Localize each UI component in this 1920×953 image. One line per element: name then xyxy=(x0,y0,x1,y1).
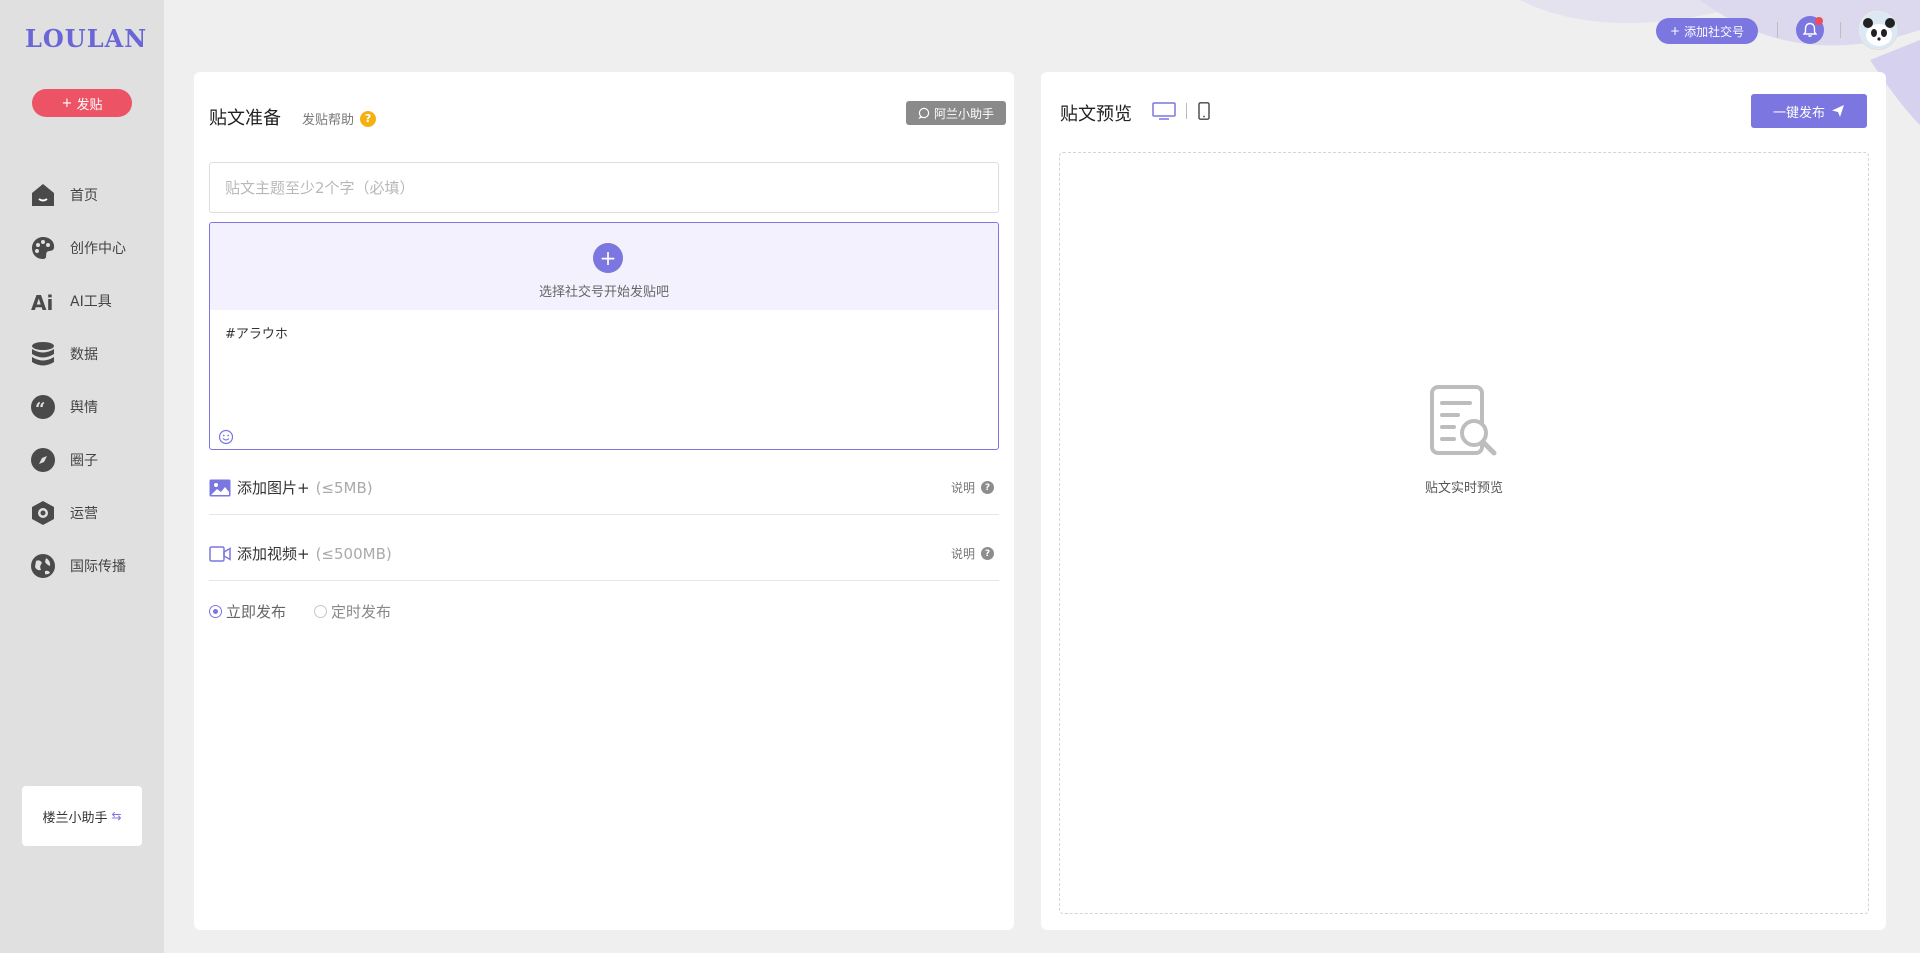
preview-empty-state: 贴文实时预览 xyxy=(1060,383,1868,496)
divider xyxy=(1777,22,1778,38)
sidebar-nav: 首页 创作中心 Ai AI工具 数据 “ 舆情 圈子 运营 国际传播 xyxy=(30,168,126,592)
sidebar: LOULAN + 发贴 首页 创作中心 Ai AI工具 数据 “ 舆情 圈子 运… xyxy=(0,0,164,953)
chat-icon xyxy=(918,107,930,119)
emoji-icon[interactable] xyxy=(218,429,234,445)
sidebar-item-label: 数据 xyxy=(70,346,98,363)
logo: LOULAN xyxy=(25,24,148,53)
mobile-icon[interactable] xyxy=(1197,102,1211,120)
sidebar-item-label: 运营 xyxy=(70,505,98,522)
sidebar-item-label: 舆情 xyxy=(70,399,98,416)
video-size-limit: (≤500MB) xyxy=(315,544,392,563)
avatar[interactable] xyxy=(1858,10,1898,50)
notification-button[interactable] xyxy=(1796,16,1824,44)
ai-icon: Ai xyxy=(30,288,56,314)
explain-label: 说明 xyxy=(950,547,975,561)
select-account-tip: 选择社交号开始发贴吧 xyxy=(538,285,669,300)
svg-text:Ai: Ai xyxy=(31,291,53,314)
post-help-label: 发贴帮助 xyxy=(302,113,355,128)
scheduled-publish-label: 定时发布 xyxy=(331,603,392,621)
image-explain-link[interactable]: 说明 ? xyxy=(951,479,994,496)
helper-label: 楼兰小助手 xyxy=(42,810,108,826)
image-icon xyxy=(209,477,231,499)
post-preparation-title: 贴文准备 xyxy=(209,108,281,129)
video-explain-link[interactable]: 说明 ? xyxy=(951,545,994,562)
publish-label: 一键发布 xyxy=(1772,105,1825,121)
sidebar-item-data[interactable]: 数据 xyxy=(30,327,126,380)
add-social-account-button[interactable]: + 添加社交号 xyxy=(1656,18,1759,44)
bell-icon xyxy=(1802,22,1818,37)
palette-icon xyxy=(30,235,56,261)
add-image-button[interactable]: 添加图片+ xyxy=(237,477,310,498)
sidebar-item-label: AI工具 xyxy=(70,293,112,310)
compass-icon xyxy=(30,447,56,473)
sidebar-item-label: 创作中心 xyxy=(70,240,126,257)
alan-assistant-label: 阿兰小助手 xyxy=(933,106,994,121)
video-icon xyxy=(209,543,231,565)
post-preview-title: 贴文预览 xyxy=(1060,104,1132,125)
notification-dot xyxy=(1815,17,1823,25)
sidebar-item-label: 国际传播 xyxy=(70,558,126,575)
sidebar-item-ai-tools[interactable]: Ai AI工具 xyxy=(30,274,126,327)
loulan-helper-card[interactable]: 楼兰小助手 ⇆ xyxy=(22,786,142,846)
add-image-row: 添加图片+ (≤5MB) 说明 ? xyxy=(209,461,999,515)
publish-now-radio[interactable]: 立即发布 xyxy=(209,601,286,622)
divider xyxy=(1186,103,1187,119)
explain-label: 说明 xyxy=(950,481,975,495)
post-preparation-card: 贴文准备 发贴帮助 ? 阿兰小助手 + 选择社交号开始发贴吧 #アラウホ 添加图… xyxy=(194,72,1014,930)
topic-input[interactable] xyxy=(209,162,999,213)
new-post-label: 发贴 xyxy=(76,97,103,113)
add-account-icon[interactable]: + xyxy=(593,243,623,273)
send-icon xyxy=(1832,105,1844,117)
question-icon: ? xyxy=(981,547,994,560)
preview-empty-text: 贴文实时预览 xyxy=(1424,481,1503,496)
question-icon: ? xyxy=(360,110,377,127)
divider xyxy=(1840,22,1841,38)
radio-selected-icon xyxy=(209,605,222,618)
device-switcher xyxy=(1152,102,1211,120)
account-select-area[interactable]: + 选择社交号开始发贴吧 xyxy=(210,223,998,310)
sidebar-item-international[interactable]: 国际传播 xyxy=(30,539,126,592)
post-editor[interactable]: + 选择社交号开始发贴吧 #アラウホ xyxy=(209,222,999,450)
sidebar-item-label: 圈子 xyxy=(70,452,98,469)
post-preview-card: 贴文预览 一键发布 贴文实时预览 xyxy=(1041,72,1886,930)
operation-icon xyxy=(30,500,56,526)
sidebar-item-operation[interactable]: 运营 xyxy=(30,486,126,539)
add-social-label: 添加社交号 xyxy=(1684,24,1745,39)
add-video-button[interactable]: 添加视频+ xyxy=(237,543,310,564)
globe-icon xyxy=(30,553,56,579)
document-search-icon xyxy=(1430,385,1497,456)
desktop-icon[interactable] xyxy=(1152,102,1176,120)
question-icon: ? xyxy=(981,481,994,494)
sidebar-item-home[interactable]: 首页 xyxy=(30,168,126,221)
radio-unselected-icon xyxy=(314,605,328,618)
sidebar-item-circle[interactable]: 圈子 xyxy=(30,433,126,486)
database-icon xyxy=(30,341,56,367)
plus-icon: + xyxy=(61,95,73,111)
sidebar-item-creation[interactable]: 创作中心 xyxy=(30,221,126,274)
quote-icon: “ xyxy=(30,394,56,420)
sidebar-item-label: 首页 xyxy=(70,187,98,204)
preview-area: 贴文实时预览 xyxy=(1059,152,1869,914)
one-click-publish-button[interactable]: 一键发布 xyxy=(1751,94,1867,128)
sidebar-item-public-opinion[interactable]: “ 舆情 xyxy=(30,380,126,433)
home-icon xyxy=(30,182,56,208)
post-help-link[interactable]: 发贴帮助 ? xyxy=(302,109,377,128)
scheduled-publish-radio[interactable]: 定时发布 xyxy=(314,601,391,622)
editor-content[interactable]: #アラウホ xyxy=(225,323,288,342)
publish-now-label: 立即发布 xyxy=(226,603,287,621)
publish-mode-group: 立即发布 定时发布 xyxy=(209,601,391,622)
plus-icon: + xyxy=(1670,24,1681,38)
switch-icon: ⇆ xyxy=(111,809,122,823)
add-video-row: 添加视频+ (≤500MB) 说明 ? xyxy=(209,527,999,581)
svg-text:“: “ xyxy=(35,399,45,420)
image-size-limit: (≤5MB) xyxy=(315,478,373,497)
alan-assistant-button[interactable]: 阿兰小助手 xyxy=(906,101,1006,125)
new-post-button[interactable]: + 发贴 xyxy=(32,89,132,117)
